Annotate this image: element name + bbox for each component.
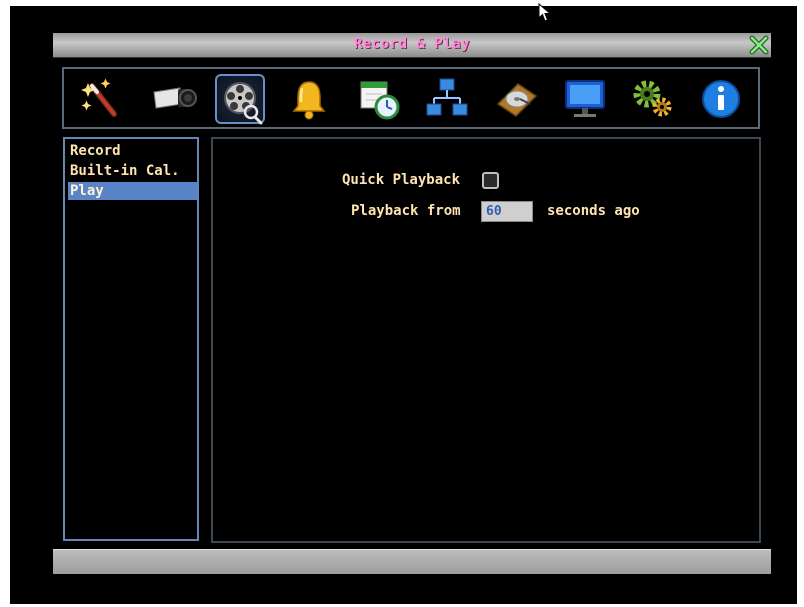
sidebar-item-built-in-cal[interactable]: Built-in Cal. [68, 162, 198, 180]
network-icon[interactable] [422, 74, 472, 124]
settings-toolbar [62, 67, 760, 129]
magic-wand-icon[interactable] [76, 74, 126, 124]
seconds-ago-label: seconds ago [547, 203, 640, 219]
record-play-window: Record & Play Record Built-in Cal. Play … [53, 33, 771, 576]
bell-icon[interactable] [284, 74, 334, 124]
title-bar: Record & Play [53, 33, 771, 58]
window-title: Record & Play [353, 36, 471, 52]
close-icon[interactable] [749, 35, 769, 55]
gears-icon[interactable] [627, 74, 677, 124]
quick-playback-label: Quick Playback [342, 172, 461, 188]
info-icon[interactable] [696, 74, 746, 124]
film-reel-icon[interactable] [215, 74, 265, 125]
sidebar-item-label: Play [70, 183, 104, 199]
status-bar [53, 549, 771, 574]
sidebar-item-label: Built-in Cal. [70, 163, 180, 179]
monitor-icon[interactable] [560, 74, 610, 124]
playback-seconds-input[interactable]: 60 [481, 201, 533, 222]
playback-from-label: Playback from [351, 203, 461, 219]
sidebar-item-record[interactable]: Record [68, 142, 198, 160]
play-settings-panel: Quick Playback Playback from 60 seconds … [211, 137, 761, 543]
hard-disk-icon[interactable] [492, 74, 542, 124]
sidebar-item-play[interactable]: Play [68, 182, 198, 200]
sidebar-item-label: Record [70, 143, 121, 159]
quick-playback-checkbox[interactable] [482, 172, 499, 189]
camera-icon[interactable] [148, 74, 198, 124]
schedule-icon[interactable] [354, 74, 404, 124]
settings-sidebar: Record Built-in Cal. Play [63, 137, 199, 541]
mouse-cursor-icon [538, 3, 552, 22]
